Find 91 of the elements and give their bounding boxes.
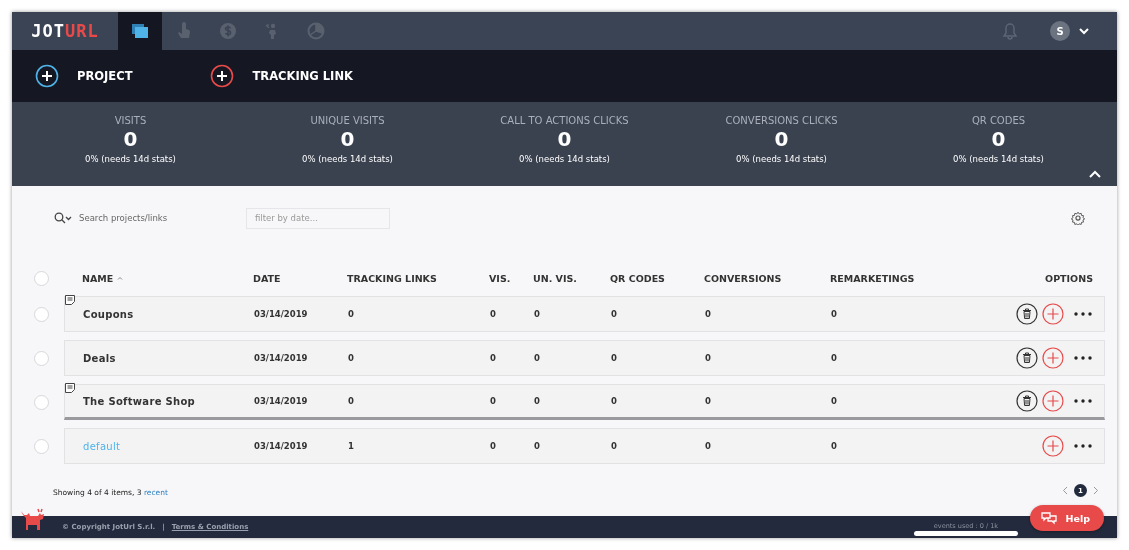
column-header[interactable]: NAME — [82, 272, 253, 284]
table-cell-text: 03/14/2019 — [254, 353, 309, 363]
row-checkbox[interactable] — [34, 350, 49, 366]
chevron-down-icon[interactable] — [1079, 27, 1089, 35]
stat-label: CONVERSIONS CLICKS — [725, 115, 838, 126]
action-link[interactable]: PROJECT — [77, 69, 133, 83]
project-name[interactable]: Deals — [83, 352, 254, 364]
logo: JOTURL — [30, 21, 100, 41]
table-cell-text: 03/14/2019 — [254, 396, 309, 406]
table-cell-text: 0 — [348, 353, 355, 363]
user-avatar[interactable]: S — [1050, 21, 1070, 41]
more-icon[interactable] — [1074, 356, 1092, 360]
trash-icon[interactable] — [1016, 390, 1038, 412]
table-cell-text: 0 — [490, 353, 497, 363]
table-cell-text: 0 — [831, 441, 838, 451]
bell-icon[interactable] — [1002, 22, 1018, 40]
stat-value: 0 — [991, 126, 1006, 152]
nav-tab[interactable] — [118, 12, 162, 50]
table-cell-text: 0 — [611, 353, 618, 363]
row-checkbox[interactable] — [34, 438, 49, 454]
trash-icon[interactable] — [1016, 347, 1038, 369]
table-cell-text: 0 — [611, 309, 618, 319]
table-cell-text: 0 — [705, 309, 712, 319]
stat-value: 0 — [123, 126, 138, 152]
stat-value: 0 — [774, 126, 789, 152]
table-cell-text: 0 — [611, 441, 618, 451]
column-header[interactable]: REMARKETINGS — [830, 272, 993, 284]
note-icon[interactable] — [64, 294, 76, 306]
table-cell-text: 0 — [534, 353, 541, 363]
prev-page-icon[interactable] — [1062, 486, 1068, 495]
column-header[interactable]: VIS. — [489, 272, 533, 284]
chat-icon — [1040, 511, 1057, 525]
table-cell-text: 0 — [705, 353, 712, 363]
plus-circle-icon[interactable] — [210, 64, 235, 88]
project-name[interactable]: The Software Shop — [83, 395, 254, 407]
table-cell-text: 0 — [831, 396, 838, 406]
chevron-up-icon[interactable] — [1089, 170, 1101, 178]
column-header[interactable]: UN. VIS. — [533, 272, 610, 284]
table-cell-text: 0 — [831, 353, 838, 363]
pie-chart-icon — [306, 21, 326, 41]
stat-value: 0 — [340, 126, 355, 152]
more-icon[interactable] — [1074, 312, 1092, 316]
dollar-icon — [218, 21, 238, 41]
search-icon[interactable] — [54, 212, 72, 224]
column-header[interactable]: CONVERSIONS — [704, 272, 830, 284]
table-cell-text: 03/14/2019 — [254, 309, 309, 319]
next-page-icon[interactable] — [1093, 486, 1099, 495]
stat-note: 0% (needs 14d stats) — [85, 154, 176, 164]
column-header[interactable]: QR CODES — [610, 272, 704, 284]
plus-circle-icon[interactable] — [35, 64, 59, 88]
stat-value: 0 — [557, 126, 572, 152]
row-checkbox[interactable] — [34, 306, 49, 322]
note-icon[interactable] — [64, 382, 76, 394]
row-checkbox[interactable] — [34, 394, 49, 410]
date-filter-field[interactable]: filter by date... — [246, 207, 390, 229]
stat-note: 0% (needs 14d stats) — [736, 154, 827, 164]
stat-label: UNIQUE VISITS — [310, 115, 385, 126]
table-cell-text: 1 — [348, 441, 355, 451]
table-cell-text: 0 — [705, 441, 712, 451]
stat-label: CALL TO ACTIONS CLICKS — [500, 115, 629, 126]
more-icon[interactable] — [1074, 399, 1092, 403]
select-all-checkbox[interactable] — [34, 270, 49, 286]
stat-label: VISITS — [114, 115, 147, 126]
stat-note: 0% (needs 14d stats) — [302, 154, 393, 164]
table-cell-text: 03/14/2019 — [254, 441, 309, 451]
column-header[interactable]: OPTIONS — [993, 272, 1093, 284]
table-cell-text: 0 — [611, 396, 618, 406]
settings-icon[interactable] — [1071, 211, 1085, 225]
table-cell-text: 0 — [831, 309, 838, 319]
table-cell-text: 0 — [490, 441, 497, 451]
stat-label: QR CODES — [971, 115, 1026, 126]
column-header[interactable]: DATE — [253, 272, 347, 284]
more-icon[interactable] — [1074, 444, 1092, 448]
project-name[interactable]: Coupons — [83, 308, 254, 320]
table-cell-text: 0 — [534, 441, 541, 451]
table-cell-text: 0 — [348, 396, 355, 406]
table-cell-text: 0 — [534, 396, 541, 406]
help-button[interactable]: Help — [1029, 505, 1104, 531]
add-icon[interactable] — [1042, 435, 1064, 457]
table-cell-text: 0 — [534, 309, 541, 319]
table-cell-text: 0 — [490, 396, 497, 406]
table-cell-text: 0 — [348, 309, 355, 319]
action-link[interactable]: TRACKING LINK — [252, 69, 353, 83]
column-header[interactable]: TRACKING LINKS — [347, 272, 489, 284]
stat-note: 0% (needs 14d stats) — [953, 154, 1044, 164]
trash-icon[interactable] — [1016, 303, 1038, 325]
search-field[interactable]: Search projects/links — [77, 212, 221, 224]
table-cell-text: 0 — [490, 309, 497, 319]
stat-note: 0% (needs 14d stats) — [519, 154, 610, 164]
table-cell-text: 0 — [705, 396, 712, 406]
folder-icon — [130, 21, 150, 41]
